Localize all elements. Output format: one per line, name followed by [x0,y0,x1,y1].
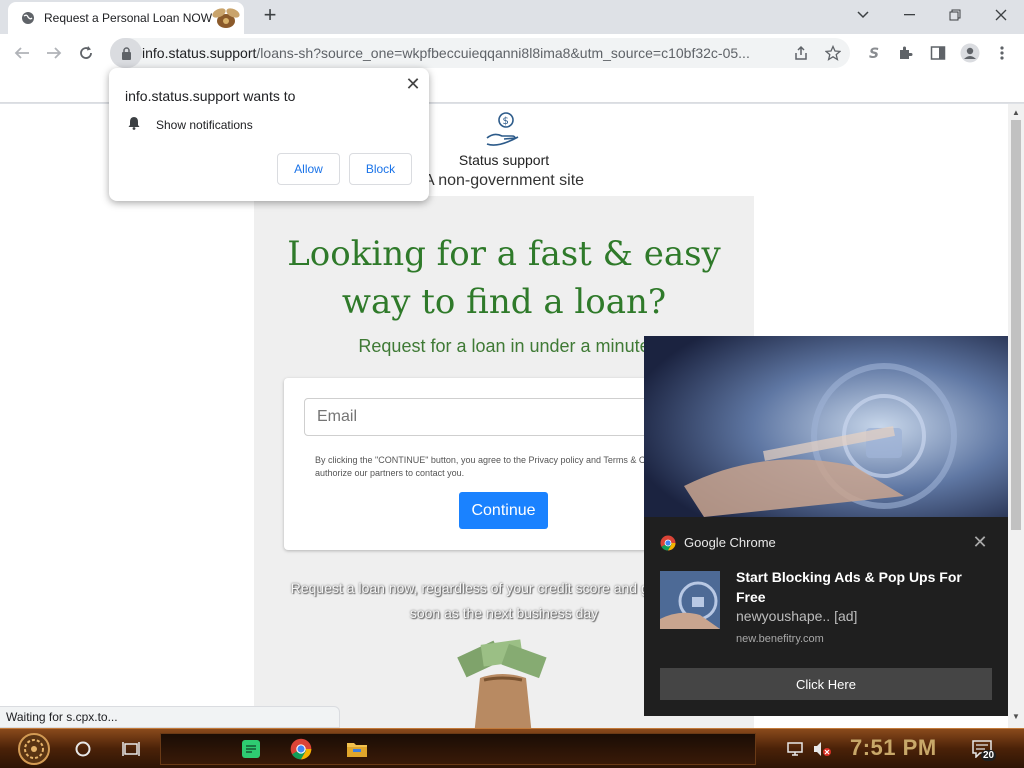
svg-text:S: S [869,46,879,61]
chrome-notification-toast[interactable]: Google Chrome ✕ Start Blocking Ads & Pop… [644,336,1008,716]
restore-button[interactable] [932,0,978,30]
block-button[interactable]: Block [349,153,412,185]
click-here-button[interactable]: Click Here [660,668,992,700]
scroll-down-arrow-icon[interactable]: ▼ [1012,712,1020,721]
close-icon [995,9,1007,21]
search-circle-icon [75,741,91,757]
chevron-down-icon [857,11,869,19]
notification-domain: new.benefitry.com [736,633,824,645]
reload-button[interactable] [73,40,99,66]
permission-close-button[interactable]: ✕ [403,74,423,94]
browser-toolbar: info.status.support/loans-sh?source_one=… [0,34,1024,72]
notification-thumbnail [660,571,720,629]
hand-coin-logo-icon: $ [486,112,519,146]
taskbar-clock[interactable]: 7:51 PM [850,735,937,761]
menu-button[interactable] [991,42,1013,64]
notification-count-badge: 20 [981,750,997,761]
forward-arrow-icon [47,47,62,59]
chrome-icon [290,738,312,760]
continue-button[interactable]: Continue [459,492,548,529]
notification-body: newyoushape.. [ad] [736,608,858,624]
svg-text:$: $ [503,116,509,127]
sticky-notes-icon [242,740,260,758]
search-button[interactable] [70,731,96,767]
back-arrow-icon [14,47,29,59]
url-text: info.status.support/loans-sh?source_one=… [142,45,782,61]
notification-close-button[interactable]: ✕ [970,532,990,552]
status-bubble: Waiting for s.cpx.to... [0,706,340,728]
puzzle-icon [900,46,913,59]
tab-search-button[interactable] [840,0,886,30]
notification-hero-image [644,336,1008,517]
headline-line-1: Looking for a fast & easy [287,234,721,274]
folder-icon [347,743,367,757]
task-view-icon [122,742,140,756]
side-panel-icon [930,46,946,60]
back-button[interactable] [9,40,35,66]
profile-button[interactable] [959,42,981,64]
reload-icon [80,46,92,59]
taskbar: 7:51 PM 20 [0,728,1024,768]
permission-text: Show notifications [156,118,253,132]
notification-title: Start Blocking Ads & Pop Ups For Free [736,569,962,605]
permission-title: info.status.support wants to [125,88,296,104]
minimize-icon [903,14,915,16]
url-host: info.status.support [142,45,257,61]
lock-icon [121,46,131,60]
share-icon [795,45,807,60]
globe-icon [22,12,34,24]
action-center-button[interactable] [968,731,996,767]
extension-s-button[interactable]: S [863,42,885,64]
volume-tray-button[interactable] [810,731,834,767]
page-scrollbar[interactable]: ▲ ▼ [1008,104,1024,728]
bookmark-button[interactable] [823,43,843,63]
money-bag-image [457,639,547,728]
new-tab-button[interactable]: + [258,4,282,28]
allow-button[interactable]: Allow [277,153,340,185]
scroll-up-arrow-icon[interactable]: ▲ [1012,108,1020,117]
s-extension-icon: S [869,46,879,61]
taskbar-app-chrome[interactable] [287,731,315,767]
extensions-button[interactable] [895,42,917,64]
taskbar-app-explorer[interactable] [343,731,371,767]
forward-button[interactable] [41,40,67,66]
star-icon [825,45,841,61]
kebab-menu-icon [1000,46,1004,60]
address-bar[interactable]: info.status.support/loans-sh?source_one=… [110,38,850,68]
tab-strip: Request a Personal Loan NOW + [0,0,1024,34]
scroll-thumb[interactable] [1011,120,1021,530]
minimize-button[interactable] [886,0,932,30]
close-window-button[interactable] [978,0,1024,30]
page-headline: Looking for a fast & easy way to find a … [254,230,754,326]
headline-line-2: way to find a loan? [341,282,667,322]
site-info-button[interactable] [110,38,142,68]
browser-tab[interactable]: Request a Personal Loan NOW [8,2,244,34]
restore-icon [949,9,961,21]
url-path: /loans-sh?source_one=wkpfbeccuieqqanni8l… [256,45,750,61]
muted-speaker-icon [814,742,831,756]
chrome-logo-icon [660,535,676,551]
side-panel-button[interactable] [927,42,949,64]
steampunk-start-icon [18,733,50,765]
notification-app-name: Google Chrome [684,535,776,550]
avatar-icon [960,43,980,63]
task-view-button[interactable] [118,731,144,767]
network-tray-button[interactable] [783,731,807,767]
taskbar-app-notes[interactable] [238,731,264,767]
tab-title: Request a Personal Loan NOW [44,11,213,25]
steampunk-bee-icon [212,8,240,28]
share-button[interactable] [791,43,811,63]
start-button[interactable] [6,731,62,767]
bell-icon [128,117,140,130]
notification-permission-prompt: info.status.support wants to ✕ Show noti… [109,68,429,201]
network-icon [787,742,803,756]
